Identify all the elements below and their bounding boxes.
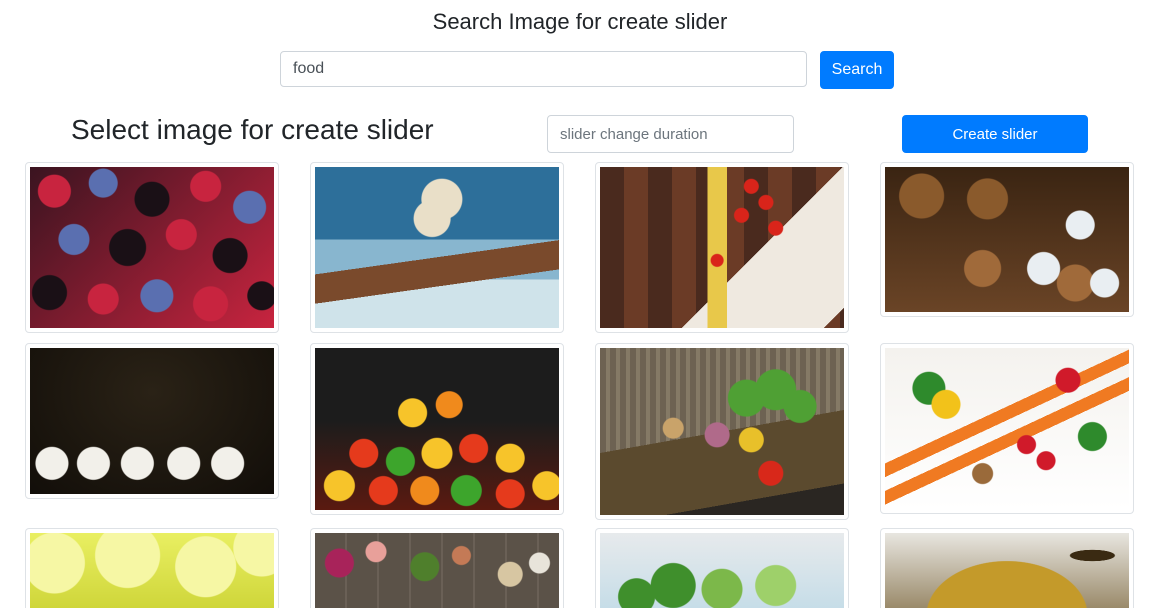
image-thumbnail[interactable]	[25, 528, 279, 608]
image-thumbnail[interactable]	[25, 162, 279, 333]
soup-bowls-image	[30, 348, 274, 494]
image-thumbnail[interactable]	[595, 162, 849, 333]
olive-oil-image	[885, 533, 1129, 608]
search-button[interactable]: Search	[820, 51, 894, 89]
image-thumbnail[interactable]	[595, 528, 849, 608]
image-thumbnail[interactable]	[310, 343, 564, 515]
carrots-vegetables-image	[885, 348, 1129, 509]
duration-input[interactable]	[547, 115, 794, 153]
image-thumbnail[interactable]	[880, 528, 1134, 608]
image-thumbnail[interactable]	[25, 343, 279, 499]
ice-cream-image	[315, 167, 559, 328]
lemon-slices-image	[30, 533, 274, 608]
search-input[interactable]	[280, 51, 807, 87]
image-thumbnail[interactable]	[880, 343, 1134, 514]
page-title: Search Image for create slider	[432, 9, 728, 34]
image-thumbnail[interactable]	[310, 528, 564, 608]
image-thumbnail[interactable]	[595, 343, 849, 520]
gummy-bears-image	[315, 348, 559, 510]
image-thumbnail[interactable]	[310, 162, 564, 333]
create-slider-button[interactable]: Create slider	[902, 115, 1088, 153]
lettuce-splash-image	[600, 533, 844, 608]
salad-ingredients-image	[315, 533, 559, 608]
berries-image	[30, 167, 274, 328]
image-thumbnail[interactable]	[880, 162, 1134, 317]
pasta-tomatoes-image	[600, 167, 844, 328]
section-heading: Select image for create slider	[71, 114, 434, 145]
spices-cookies-image	[885, 167, 1129, 312]
vegetable-basket-image	[600, 348, 844, 515]
